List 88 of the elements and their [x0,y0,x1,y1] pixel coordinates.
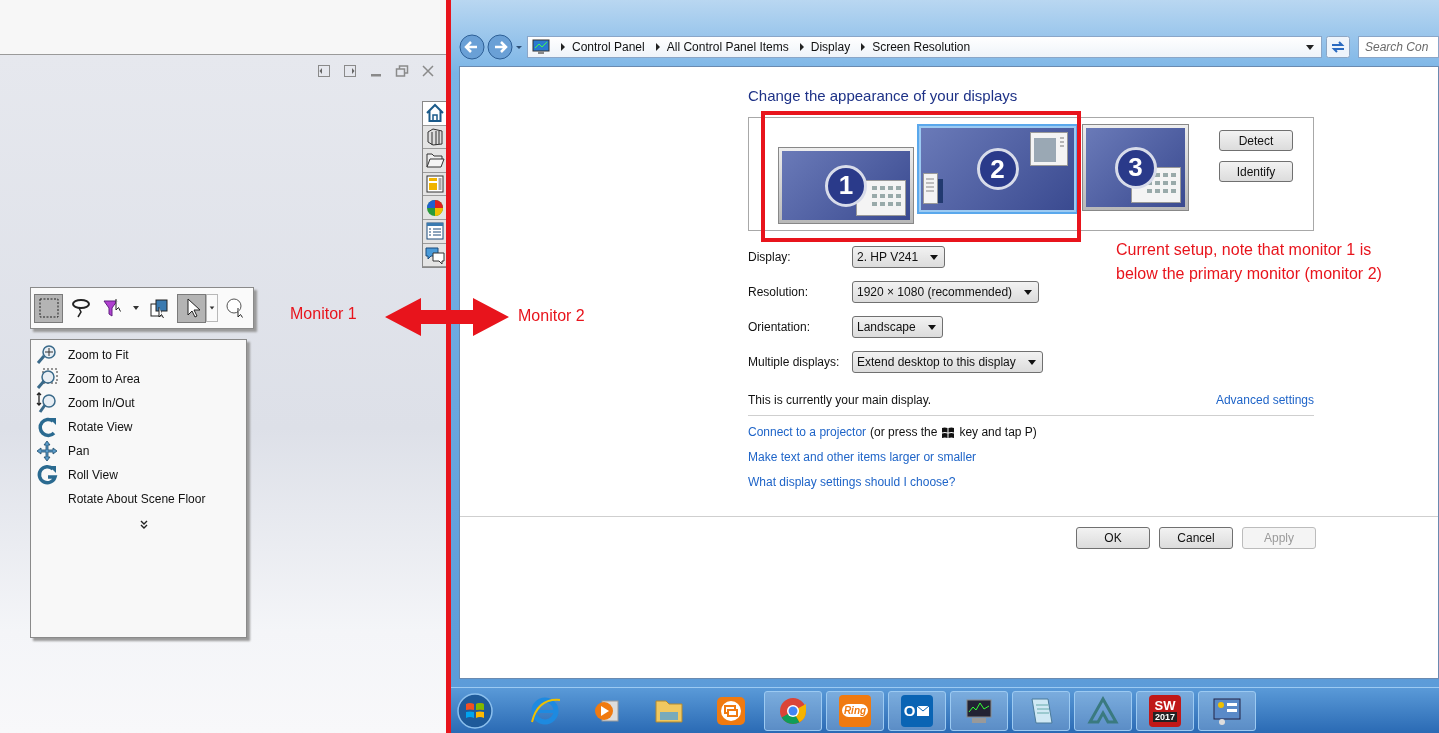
field-label: Display: [748,250,792,264]
dropdown[interactable]: Extend desktop to this display [852,351,1043,373]
dialog-button[interactable]: OK [1076,527,1150,549]
app-logo-text: O [903,702,916,719]
triangle-logo-icon[interactable] [1074,690,1132,731]
annotation-label: Monitor 2 [518,307,585,325]
breadcrumb-item[interactable]: Display [810,40,851,54]
menu-item[interactable]: Pan [68,444,90,459]
dialog-button[interactable]: Identify [1219,161,1293,182]
caret-icon [1024,289,1033,295]
breadcrumb-arrow-icon[interactable] [654,42,661,52]
monitor-number: 3 [1114,146,1157,189]
dock-left-icon[interactable] [317,64,331,78]
computer-monitor-icon[interactable] [950,690,1008,731]
field-label: Resolution: [748,285,810,299]
folder-icon[interactable] [423,149,446,173]
hint-text: (or press the [870,425,938,439]
projector-link[interactable]: Connect to a projector [748,425,867,439]
list-icon[interactable] [423,219,446,244]
breadcrumb-item[interactable]: Screen Resolution [872,40,971,54]
monitor-tile[interactable]: 3 [1082,124,1189,211]
mail-app-icon[interactable]: O [888,690,946,731]
caret-icon [1027,359,1036,365]
box-select-icon[interactable] [34,293,63,323]
annotation-note: Current setup, note that monitor 1 is below the primary monitor (monitor 2) [1116,240,1383,284]
menu-item[interactable]: Zoom to Area [68,372,141,387]
forward-button[interactable] [487,34,513,60]
close-icon[interactable] [421,64,435,78]
menu-item[interactable]: Zoom to Fit [68,348,129,363]
monitor-number: 2 [976,148,1019,190]
monitor-tile[interactable]: 1 [778,147,914,224]
start-menu-thumbnail-icon [923,173,945,207]
zoom-area-icon [36,368,58,391]
dropdown-caret-icon[interactable] [1305,42,1315,52]
breadcrumb-item[interactable]: Control Panel [572,40,645,54]
restore-icon[interactable] [395,64,409,78]
zoom-in-out-icon [36,392,58,415]
start-button[interactable] [456,691,494,730]
monitor-number: 1 [825,164,867,207]
rotate-icon [36,416,58,439]
windows-logo-icon [941,425,956,439]
version-badge: 2017 [1153,712,1177,722]
layout-icon[interactable] [423,172,446,197]
monitor-tile[interactable]: 2 [917,124,1078,214]
dropdown[interactable]: 1920 × 1080 (recommended) [852,281,1040,303]
status-text: This is currently your main display. [748,393,932,407]
breadcrumb-arrow-icon[interactable] [860,42,867,52]
speech-bubbles-icon[interactable] [423,243,446,268]
pointer-icon[interactable] [177,293,206,323]
advanced-settings-link[interactable]: Advanced settings [1215,393,1314,407]
envelope-icon [916,704,931,717]
back-button[interactable] [459,34,485,60]
hint-text: key and tap P) [959,425,1037,439]
field-label: Orientation: [748,320,812,334]
menu-item[interactable]: Rotate About Scene Floor [68,492,206,507]
control-panel-icon[interactable] [1198,690,1256,731]
dropdown[interactable]: 2. HP V241 [852,246,946,268]
computer-monitor-icon [532,39,550,55]
app-logo-text: SW [1154,699,1176,712]
address-bar[interactable]: Control Panel All Control Panel Items Display Screen Resolution [527,36,1322,58]
heading: Change the appearance of your displays [748,87,1019,105]
zoom-fit-icon [36,344,58,367]
dropdown[interactable]: Landscape [852,316,943,338]
parts-library-icon[interactable] [423,125,446,150]
annotation-label: Monitor 1 [290,305,357,323]
refresh-button[interactable] [1326,36,1350,58]
app-logo-text: Ring [841,704,869,717]
menu-item[interactable]: Rotate View [68,420,133,435]
dock-right-icon[interactable] [343,64,357,78]
roll-icon [36,464,58,487]
breadcrumb-arrow-icon[interactable] [560,42,566,52]
dialog-button[interactable]: Cancel [1159,527,1233,549]
menu-item[interactable]: Roll View [68,468,118,483]
window-thumbnail-icon [1030,132,1068,166]
help-link[interactable]: What display settings should I choose? [748,475,956,489]
breadcrumb-item[interactable]: All Control Panel Items [666,40,789,54]
home-icon[interactable] [423,102,446,126]
menu-item[interactable]: Zoom In/Out [68,396,135,411]
help-link[interactable]: Make text and other items larger or smaller [748,450,977,464]
breadcrumb-arrow-icon[interactable] [798,42,805,52]
pan-icon [36,440,58,463]
field-label: Multiple displays: [748,355,841,369]
cad-app-icon[interactable]: SW 2017 [1136,690,1194,731]
chrome-icon[interactable] [764,690,822,731]
search-field[interactable]: Search Con [1358,36,1439,58]
caret-icon [927,324,936,330]
dialog-button[interactable]: Detect [1219,130,1293,151]
caret-icon [930,254,939,260]
